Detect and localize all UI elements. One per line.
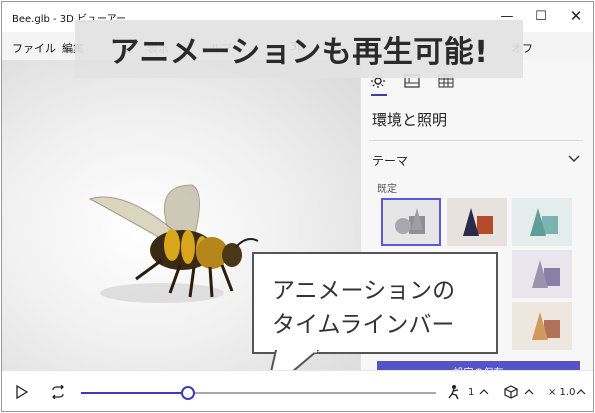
callout-text: アニメーションの タイムラインバー [272, 278, 456, 338]
playback-bar: 1 × 1.0 [2, 370, 593, 411]
app-window: Bee.glb - 3D ビューアー — ☐ ✕ ファイル 編集 ル 表示 ルプ… [1, 1, 594, 412]
default-label: 既定 [377, 184, 397, 195]
active-tab-indicator [371, 94, 387, 96]
overlay-banner: アニメーションも再生可能! [75, 20, 523, 78]
loop-icon[interactable] [50, 384, 66, 400]
theme-thumbnail-2[interactable] [447, 198, 507, 246]
banner-text: アニメーションも再生可能! [109, 35, 489, 70]
play-icon[interactable] [16, 384, 28, 400]
panel-divider [369, 140, 583, 141]
timeline-track[interactable] [81, 392, 436, 394]
timeline-callout: アニメーションの タイムラインバー [252, 252, 498, 354]
chevron-up-icon[interactable] [576, 384, 586, 400]
cube-icon[interactable] [503, 384, 519, 400]
timeline-progress [81, 392, 188, 394]
theme-section-title[interactable]: テーマ [372, 152, 408, 169]
timeline-scrubber[interactable] [180, 386, 195, 400]
theme-thumbnail-3[interactable] [512, 198, 572, 246]
maximize-button[interactable]: ☐ [524, 2, 558, 30]
theme-thumbnail-1[interactable] [381, 198, 441, 246]
speed-count: 1 [468, 386, 475, 398]
chevron-up-icon[interactable] [524, 384, 534, 400]
animation-icon[interactable] [446, 384, 462, 400]
chevron-down-icon[interactable] [566, 150, 582, 166]
speed-multiplier: × 1.0 [548, 386, 576, 398]
chevron-up-icon[interactable] [479, 384, 489, 400]
panel-title: 環境と照明 [372, 111, 448, 129]
close-button[interactable]: ✕ [559, 2, 593, 30]
menu-file[interactable]: ファイル [12, 40, 56, 56]
theme-thumbnail-9[interactable] [512, 302, 572, 350]
bee-model[interactable] [82, 175, 262, 315]
theme-thumbnail-6[interactable] [512, 250, 572, 298]
